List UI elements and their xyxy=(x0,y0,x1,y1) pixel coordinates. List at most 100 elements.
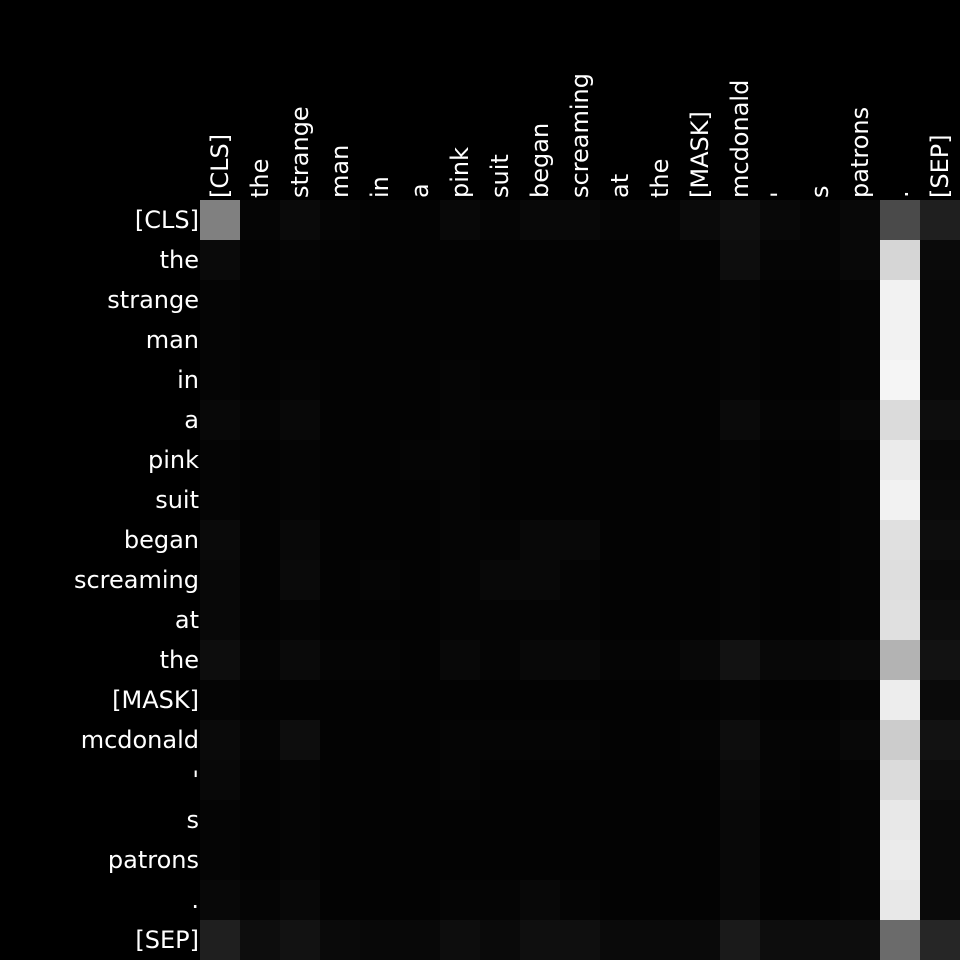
heatmap-cell-r16-c14 xyxy=(760,840,800,880)
heatmap-cell-r15-c3 xyxy=(320,800,360,840)
heatmap-cell-r17-c6 xyxy=(440,880,480,920)
heatmap-cell-r12-c16 xyxy=(840,680,880,720)
heatmap-cell-r12-c1 xyxy=(240,680,280,720)
heatmap-cell-r6-c9 xyxy=(560,440,600,480)
heatmap-cell-r15-c9 xyxy=(560,800,600,840)
heatmap-cell-r14-c4 xyxy=(360,760,400,800)
heatmap-cell-r7-c8 xyxy=(520,480,560,520)
heatmap-cell-r15-c18 xyxy=(920,800,960,840)
row-label: s xyxy=(186,806,199,834)
heatmap-cell-r15-c14 xyxy=(760,800,800,840)
heatmap-cell-r6-c15 xyxy=(800,440,840,480)
heatmap-cell-r5-c17 xyxy=(880,400,920,440)
heatmap-cell-r14-c15 xyxy=(800,760,840,800)
heatmap-cell-r5-c6 xyxy=(440,400,480,440)
heatmap-cell-r8-c6 xyxy=(440,520,480,560)
heatmap-cell-r1-c10 xyxy=(600,240,640,280)
heatmap-cell-r15-c4 xyxy=(360,800,400,840)
heatmap-cell-r11-c4 xyxy=(360,640,400,680)
heatmap-cell-r3-c8 xyxy=(520,320,560,360)
heatmap-cell-r3-c2 xyxy=(280,320,320,360)
heatmap-cell-r12-c7 xyxy=(480,680,520,720)
column-label: suit xyxy=(486,154,514,198)
column-label: mcdonald xyxy=(726,80,754,198)
column-label: the xyxy=(246,159,274,198)
heatmap-cell-r7-c18 xyxy=(920,480,960,520)
row-label: [MASK] xyxy=(112,686,199,714)
heatmap-cell-r5-c10 xyxy=(600,400,640,440)
heatmap-cell-r4-c13 xyxy=(720,360,760,400)
heatmap-cell-r13-c11 xyxy=(640,720,680,760)
heatmap-cell-r8-c7 xyxy=(480,520,520,560)
heatmap-cell-r5-c0 xyxy=(200,400,240,440)
heatmap-cell-r2-c10 xyxy=(600,280,640,320)
heatmap-cell-r7-c1 xyxy=(240,480,280,520)
heatmap-cell-r11-c0 xyxy=(200,640,240,680)
heatmap-cell-r13-c18 xyxy=(920,720,960,760)
heatmap-cell-r9-c12 xyxy=(680,560,720,600)
heatmap-cell-r6-c12 xyxy=(680,440,720,480)
heatmap-cell-r14-c14 xyxy=(760,760,800,800)
heatmap-cell-r2-c14 xyxy=(760,280,800,320)
heatmap-cell-r4-c15 xyxy=(800,360,840,400)
heatmap-cell-r7-c4 xyxy=(360,480,400,520)
column-label: a xyxy=(406,183,434,198)
heatmap-cell-r2-c12 xyxy=(680,280,720,320)
heatmap-cell-r0-c18 xyxy=(920,200,960,240)
heatmap-cell-r18-c10 xyxy=(600,920,640,960)
heatmap-cell-r4-c17 xyxy=(880,360,920,400)
heatmap-cell-r0-c3 xyxy=(320,200,360,240)
heatmap-cell-r5-c4 xyxy=(360,400,400,440)
heatmap-cell-r15-c0 xyxy=(200,800,240,840)
heatmap-cell-r1-c17 xyxy=(880,240,920,280)
heatmap-cell-r4-c18 xyxy=(920,360,960,400)
heatmap-cell-r14-c17 xyxy=(880,760,920,800)
heatmap-cell-r7-c7 xyxy=(480,480,520,520)
heatmap-cell-r7-c0 xyxy=(200,480,240,520)
heatmap-cell-r16-c13 xyxy=(720,840,760,880)
heatmap-cell-r12-c9 xyxy=(560,680,600,720)
row-label: [SEP] xyxy=(135,926,199,954)
heatmap-cell-r1-c15 xyxy=(800,240,840,280)
heatmap-cell-r17-c17 xyxy=(880,880,920,920)
heatmap-cell-r15-c13 xyxy=(720,800,760,840)
heatmap-cell-r4-c6 xyxy=(440,360,480,400)
heatmap-cell-r1-c9 xyxy=(560,240,600,280)
heatmap-cell-r0-c12 xyxy=(680,200,720,240)
heatmap-cell-r3-c15 xyxy=(800,320,840,360)
heatmap-cell-r6-c16 xyxy=(840,440,880,480)
column-label: the xyxy=(646,159,674,198)
column-label: strange xyxy=(286,106,314,198)
heatmap-cell-r0-c16 xyxy=(840,200,880,240)
row-label: in xyxy=(177,366,199,394)
heatmap-cell-r2-c15 xyxy=(800,280,840,320)
heatmap-cell-r14-c1 xyxy=(240,760,280,800)
heatmap-cell-r17-c15 xyxy=(800,880,840,920)
heatmap-cell-r17-c13 xyxy=(720,880,760,920)
heatmap-cell-r17-c0 xyxy=(200,880,240,920)
heatmap-cell-r5-c1 xyxy=(240,400,280,440)
heatmap-cell-r17-c12 xyxy=(680,880,720,920)
heatmap-cell-r7-c10 xyxy=(600,480,640,520)
heatmap-cell-r2-c18 xyxy=(920,280,960,320)
heatmap-cell-r18-c18 xyxy=(920,920,960,960)
heatmap-cell-r6-c6 xyxy=(440,440,480,480)
heatmap-cell-r11-c17 xyxy=(880,640,920,680)
heatmap-cell-r4-c11 xyxy=(640,360,680,400)
heatmap-cell-r8-c17 xyxy=(880,520,920,560)
heatmap-cell-r17-c3 xyxy=(320,880,360,920)
heatmap-cell-r13-c4 xyxy=(360,720,400,760)
heatmap-cell-r17-c7 xyxy=(480,880,520,920)
heatmap-cell-r3-c3 xyxy=(320,320,360,360)
heatmap-cell-r7-c6 xyxy=(440,480,480,520)
heatmap-cell-r12-c18 xyxy=(920,680,960,720)
heatmap-cell-r16-c9 xyxy=(560,840,600,880)
heatmap-cell-r7-c3 xyxy=(320,480,360,520)
heatmap-cell-r15-c8 xyxy=(520,800,560,840)
heatmap-cell-r10-c8 xyxy=(520,600,560,640)
heatmap-cell-r3-c6 xyxy=(440,320,480,360)
heatmap-cell-r9-c4 xyxy=(360,560,400,600)
heatmap-cell-r2-c3 xyxy=(320,280,360,320)
heatmap-cell-r13-c17 xyxy=(880,720,920,760)
row-label: strange xyxy=(107,286,199,314)
